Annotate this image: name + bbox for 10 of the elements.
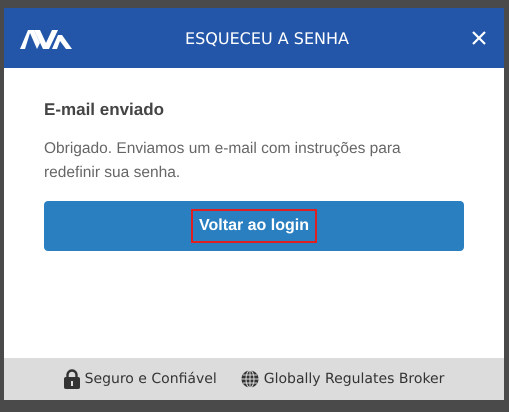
back-to-login-button[interactable]: Voltar ao login [44, 201, 464, 251]
dialog-title: ESQUECEU A SENHA [184, 28, 350, 48]
badge-label: Globally Regulates Broker [264, 371, 444, 387]
message-text: Obrigado. Enviamos um e-mail com instruções para redefinir sua senha. [44, 139, 402, 183]
badge-label: Seguro e Confiável [84, 371, 217, 387]
globe-icon [240, 370, 259, 388]
logo-icon [20, 27, 72, 49]
heading: E-mail enviado [44, 100, 165, 120]
close-icon[interactable] [472, 31, 486, 45]
lock-icon [64, 369, 80, 389]
